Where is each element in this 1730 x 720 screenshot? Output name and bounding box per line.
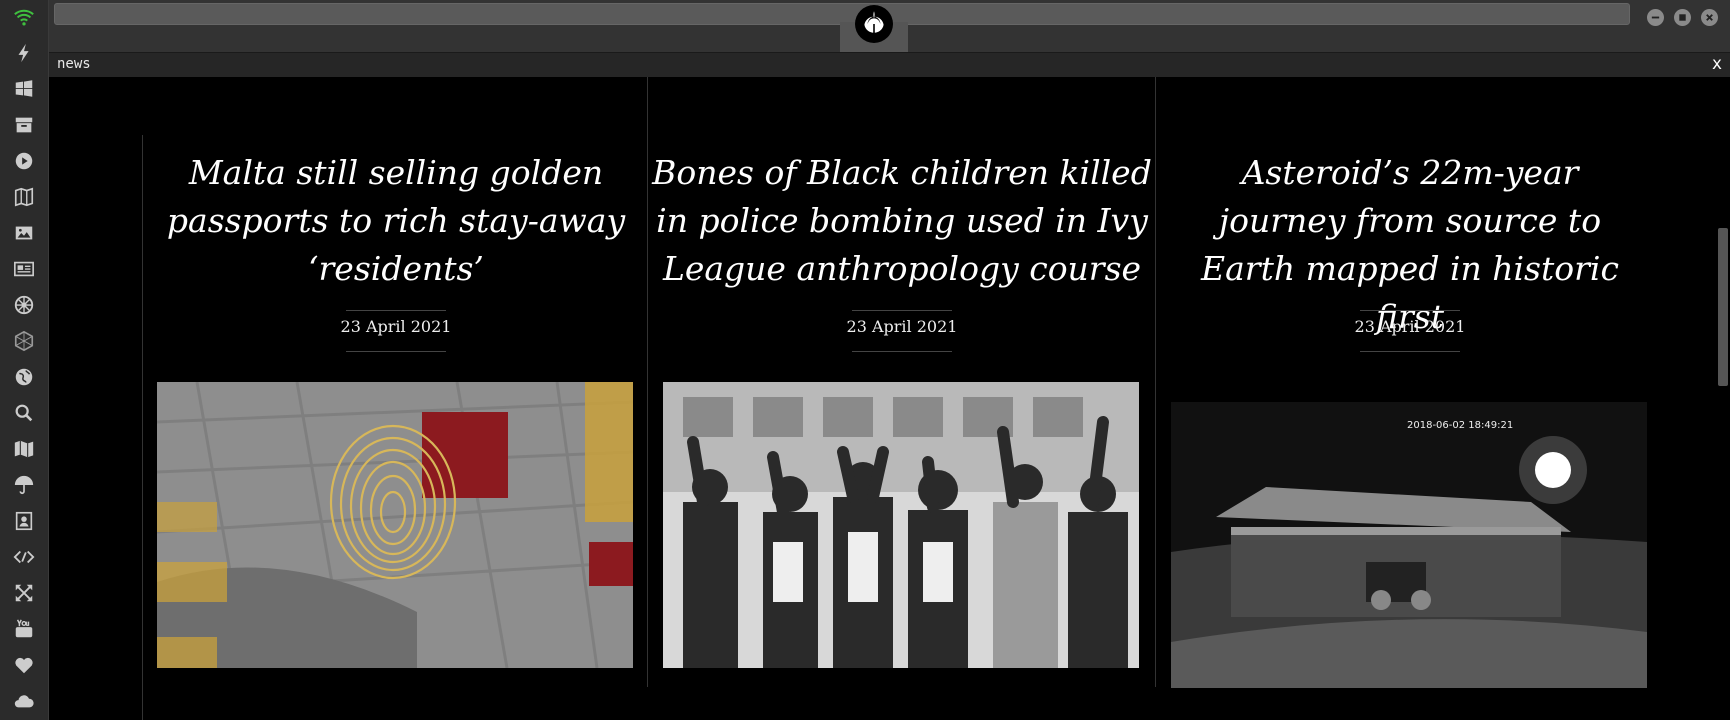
cloud-icon[interactable]	[12, 689, 36, 713]
date-rule-bottom	[346, 351, 446, 352]
article-image[interactable]	[663, 382, 1139, 668]
image-icon[interactable]	[12, 221, 36, 245]
article-image[interactable]	[157, 382, 633, 668]
news-content[interactable]: Malta still selling golden passports to …	[49, 77, 1730, 720]
maximize-button[interactable]	[1674, 9, 1691, 26]
date-rule-bottom	[1360, 351, 1460, 352]
date-rule-top	[1360, 310, 1460, 311]
date-rule-top	[852, 310, 952, 311]
article-date: 23 April 2021	[846, 317, 958, 336]
minimize-button[interactable]	[1647, 9, 1664, 26]
article-card: Bones of Black children killed in police…	[648, 77, 1156, 720]
launcher-sidebar	[0, 0, 49, 720]
expand-icon[interactable]	[12, 581, 36, 605]
camera-timestamp: 2018-06-02 18:49:21	[1407, 420, 1514, 431]
date-rule-bottom	[852, 351, 952, 352]
map-book-icon[interactable]	[12, 185, 36, 209]
article-title[interactable]: Bones of Black children killed in police…	[652, 149, 1152, 293]
article-card: Asteroid’s 22m-year journey from source …	[1156, 77, 1664, 720]
article-card: Malta still selling golden passports to …	[142, 77, 650, 720]
code-icon[interactable]	[12, 545, 36, 569]
search-icon[interactable]	[12, 401, 36, 425]
hexagon-icon[interactable]	[12, 329, 36, 353]
scrollbar-thumb[interactable]	[1718, 228, 1728, 386]
article-date: 23 April 2021	[1354, 317, 1466, 336]
article-image[interactable]: 2018-06-02 18:49:21	[1171, 402, 1647, 688]
empire-icon[interactable]	[12, 293, 36, 317]
contacts-icon[interactable]	[12, 509, 36, 533]
windows-icon[interactable]	[12, 77, 36, 101]
globe-icon[interactable]	[12, 365, 36, 389]
article-date: 23 April 2021	[340, 317, 452, 336]
rebel-alliance-logo-icon[interactable]	[855, 5, 893, 43]
newspaper-icon[interactable]	[12, 257, 36, 281]
date-rule-top	[346, 310, 446, 311]
wifi-icon[interactable]	[12, 5, 36, 29]
lightning-icon[interactable]	[12, 41, 36, 65]
top-bar	[49, 0, 1730, 53]
section-header: news x	[49, 53, 1730, 77]
umbrella-icon[interactable]	[12, 473, 36, 497]
heart-icon[interactable]	[12, 653, 36, 677]
article-title[interactable]: Asteroid’s 22m-year journey from source …	[1174, 149, 1646, 341]
article-title[interactable]: Malta still selling golden passports to …	[165, 149, 627, 293]
section-title: news	[57, 56, 91, 72]
close-button[interactable]	[1701, 9, 1718, 26]
archive-icon[interactable]	[12, 113, 36, 137]
map-icon[interactable]	[12, 437, 36, 461]
section-close-button[interactable]: x	[1708, 54, 1726, 74]
play-icon[interactable]	[12, 149, 36, 173]
youtube-icon[interactable]	[12, 617, 36, 641]
